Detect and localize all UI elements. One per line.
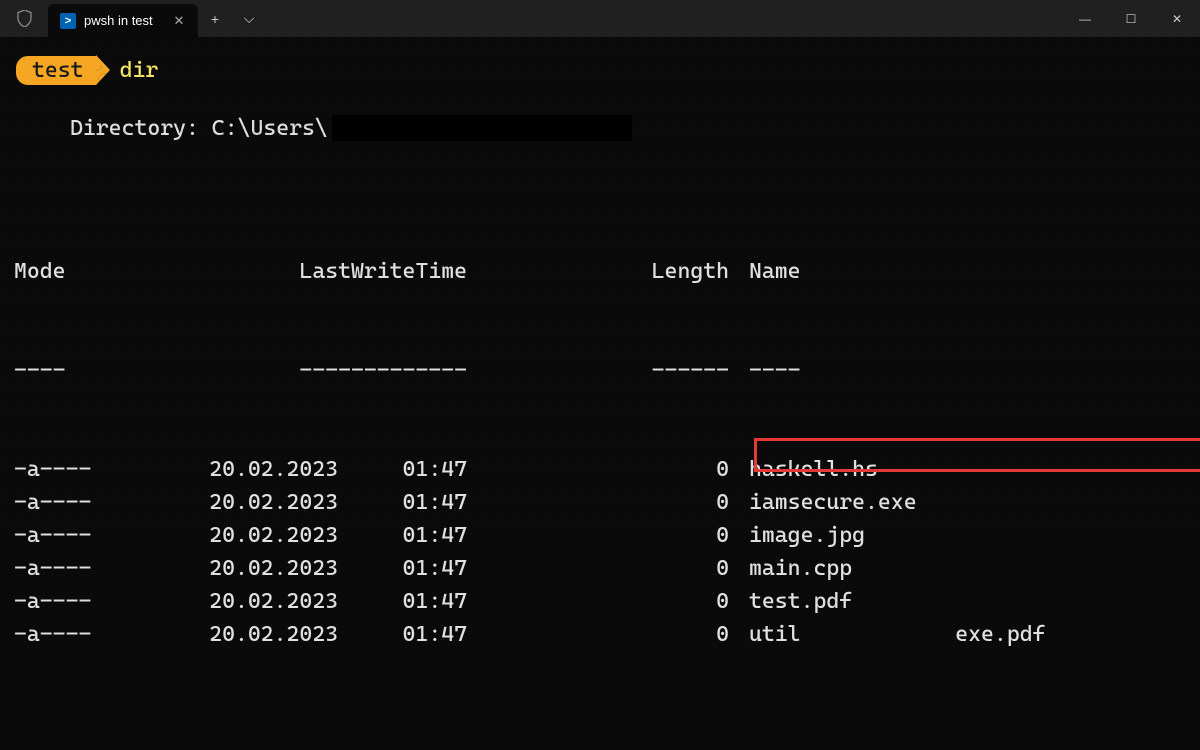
directory-label: Directory: C:\Users\ xyxy=(70,116,328,141)
new-tab-button[interactable]: + xyxy=(198,0,232,37)
prompt-location-badge: test xyxy=(16,56,96,85)
command-text: dir xyxy=(120,58,159,83)
table-row: -a----20.02.2023 01:470util exe.pdf xyxy=(14,618,1192,651)
terminal-area[interactable]: test dir Directory: C:\Users\ Mode LastW… xyxy=(0,37,1200,539)
listing-header: Mode LastWriteTime Length Name xyxy=(14,255,1192,288)
shield-icon xyxy=(0,0,48,37)
window-controls: — ☐ ✕ xyxy=(1062,0,1200,37)
titlebar: > pwsh in test ✕ + ⌵ — ☐ ✕ xyxy=(0,0,1200,37)
tab-dropdown-button[interactable]: ⌵ xyxy=(232,0,266,37)
redacted-path xyxy=(332,115,632,141)
maximize-button[interactable]: ☐ xyxy=(1108,0,1154,37)
header-length: Length xyxy=(499,255,739,288)
powershell-icon: > xyxy=(60,13,76,29)
header-mode: Mode xyxy=(14,255,189,288)
table-row: -a----20.02.2023 01:470main.cpp xyxy=(14,552,1192,585)
titlebar-left: > pwsh in test ✕ + ⌵ xyxy=(0,0,266,37)
tab-close-button[interactable]: ✕ xyxy=(170,13,188,29)
directory-line: Directory: C:\Users\ xyxy=(70,115,1192,141)
table-row: -a----20.02.2023 01:470haskell.hs xyxy=(14,453,1192,486)
table-row: -a----20.02.2023 01:470image.jpg xyxy=(14,519,1192,552)
table-row: -a----20.02.2023 01:470iamsecure.exe xyxy=(14,486,1192,519)
tab-title: pwsh in test xyxy=(84,13,153,28)
minimize-button[interactable]: — xyxy=(1062,0,1108,37)
tab-actions: + ⌵ xyxy=(198,0,266,37)
listing-separator: ---- ------------- ------ ---- xyxy=(14,354,1192,387)
table-row: -a----20.02.2023 01:470test.pdf xyxy=(14,585,1192,618)
header-lastwritetime: LastWriteTime xyxy=(189,255,499,288)
prompt-arrow-icon xyxy=(96,55,110,85)
prompt-line: test dir xyxy=(16,55,1192,85)
dir-listing: Mode LastWriteTime Length Name ---- ----… xyxy=(14,189,1192,750)
close-button[interactable]: ✕ xyxy=(1154,0,1200,37)
tab[interactable]: > pwsh in test ✕ xyxy=(48,4,198,37)
header-name: Name xyxy=(739,255,1192,288)
